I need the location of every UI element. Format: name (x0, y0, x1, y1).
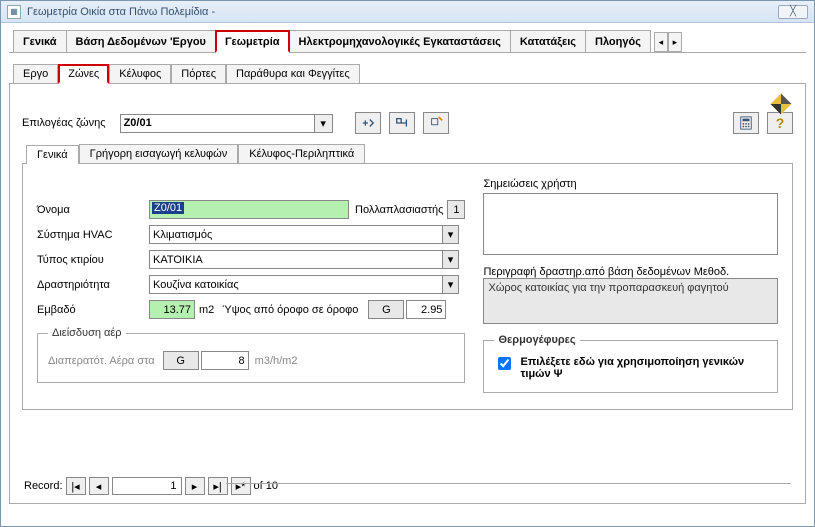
notes-label: Σημειώσεις χρήστη (483, 178, 778, 190)
close-button[interactable]: ╳ (778, 5, 808, 19)
record-current[interactable] (112, 477, 182, 495)
zone-copy-button[interactable] (389, 112, 415, 134)
infiltration-label: Διαπερατότ. Αέρα στα (48, 355, 155, 367)
record-last[interactable]: ▸| (208, 477, 228, 495)
zone-delete-button[interactable] (423, 112, 449, 134)
zone-selector-combo[interactable]: ▾ (120, 114, 333, 133)
activity-label: Δραστηριότητα (37, 279, 149, 291)
hvac-select[interactable] (149, 225, 459, 244)
height-input[interactable] (406, 300, 446, 319)
inner-tab-quick[interactable]: Γρήγορη εισαγωγή κελυφών (79, 144, 239, 163)
tab-body: Επιλογέας ζώνης ▾ ? Γενικά Γρήγορη εισαγ… (9, 84, 806, 504)
zone-selector-input[interactable] (120, 114, 315, 133)
zone-selector-dropdown[interactable]: ▾ (315, 114, 333, 133)
app-icon: ▦ (7, 5, 21, 19)
infiltration-legend: Διείσδυση αέρ (48, 327, 126, 339)
zone-add-button[interactable] (355, 112, 381, 134)
sub-tab-doors[interactable]: Πόρτες (171, 64, 226, 83)
main-tab-wizard[interactable]: Πλοηγός (585, 30, 651, 52)
bridges-group: Θερμογέφυρες Επιλέξετε εδώ για χρησιμοπο… (483, 334, 778, 393)
bridges-legend: Θερμογέφυρες (494, 334, 579, 346)
form-panel: Όνομα Z0/01 Πολλαπλασιαστής Σύστημα HVAC… (22, 164, 793, 410)
multiplier-input[interactable] (447, 200, 465, 219)
height-flag[interactable] (368, 300, 404, 319)
main-tab-general[interactable]: Γενικά (13, 30, 67, 52)
hvac-label: Σύστημα HVAC (37, 229, 149, 241)
record-track (226, 483, 791, 487)
name-value: Z0/01 (152, 202, 184, 214)
inner-tab-general[interactable]: Γενικά (26, 145, 79, 164)
sub-tab-envelope[interactable]: Κέλυφος (109, 64, 171, 83)
tab-scroll-right[interactable]: ▸ (668, 32, 682, 52)
record-label: Record: (24, 480, 63, 492)
tab-scroll-left[interactable]: ◂ (654, 32, 668, 52)
area-input[interactable] (149, 300, 195, 319)
bridges-checkbox[interactable] (498, 357, 511, 370)
desc-label: Περιγραφή δραστηρ.από βάση δεδομένων Μεθ… (483, 266, 778, 278)
record-prev[interactable]: ◂ (89, 477, 109, 495)
title-bar: ▦ Γεωμετρία Οικία στα Πάνω Πολεμίδια - ╳ (1, 1, 814, 23)
inner-tab-summary[interactable]: Κέλυφος-Περιληπτικά (238, 144, 365, 163)
infiltration-group: Διείσδυση αέρ Διαπερατότ. Αέρα στα m3/h/… (37, 327, 465, 383)
desc-box: Χώρος κατοικίας για την προπαρασκευή φαγ… (483, 278, 778, 324)
bridges-check-row[interactable]: Επιλέξετε εδώ για χρησιμοποίηση γενικών … (494, 356, 767, 380)
activity-select[interactable] (149, 275, 459, 294)
inner-tab-bar: Γενικά Γρήγορη εισαγωγή κελυφών Κέλυφος-… (22, 144, 793, 164)
multiplier-label: Πολλαπλασιαστής (355, 204, 443, 216)
area-unit: m2 (199, 304, 214, 316)
btype-label: Τύπος κτιρίου (37, 254, 149, 266)
tab-scroll: ◂ ▸ (654, 32, 682, 52)
main-tab-geometry[interactable]: Γεωμετρία (215, 30, 290, 53)
area-label: Εμβαδό (37, 304, 149, 316)
window-frame: ▦ Γεωμετρία Οικία στα Πάνω Πολεμίδια - ╳… (0, 0, 815, 527)
record-next[interactable]: ▸ (185, 477, 205, 495)
zone-selector-label: Επιλογέας ζώνης (22, 117, 106, 129)
bridges-check-label: Επιλέξετε εδώ για χρησιμοποίηση γενικών … (520, 356, 767, 380)
sub-tab-zones[interactable]: Ζώνες (58, 64, 109, 84)
main-tab-project-db[interactable]: Βάση Δεδομένων 'Εργου (66, 30, 216, 52)
record-first[interactable]: |◂ (66, 477, 86, 495)
window-title: Γεωμετρία Οικία στα Πάνω Πολεμίδια - (27, 6, 215, 18)
btype-select[interactable] (149, 250, 459, 269)
sub-tab-project[interactable]: Εργο (13, 64, 58, 83)
infiltration-unit: m3/h/m2 (255, 355, 298, 367)
notes-input[interactable] (483, 193, 778, 255)
main-tab-ratings[interactable]: Κατατάξεις (510, 30, 586, 52)
main-tab-bar: Γενικά Βάση Δεδομένων 'Εργου Γεωμετρία Η… (9, 29, 806, 53)
sub-tab-windows[interactable]: Παράθυρα και Φεγγίτες (226, 64, 360, 83)
zone-selector-row: Επιλογέας ζώνης ▾ ? (22, 112, 793, 134)
infiltration-input[interactable] (201, 351, 249, 370)
height-label: Ύψος από όροφο σε όροφο (222, 304, 358, 316)
name-label: Όνομα (37, 204, 149, 216)
logo-icon (767, 90, 795, 118)
calculator-button[interactable] (733, 112, 759, 134)
infiltration-flag[interactable] (163, 351, 199, 370)
main-tab-mech[interactable]: Ηλεκτρομηχανολογικές Εγκαταστάσεις (289, 30, 511, 52)
sub-tab-bar: Εργο Ζώνες Κέλυφος Πόρτες Παράθυρα και Φ… (9, 63, 806, 84)
